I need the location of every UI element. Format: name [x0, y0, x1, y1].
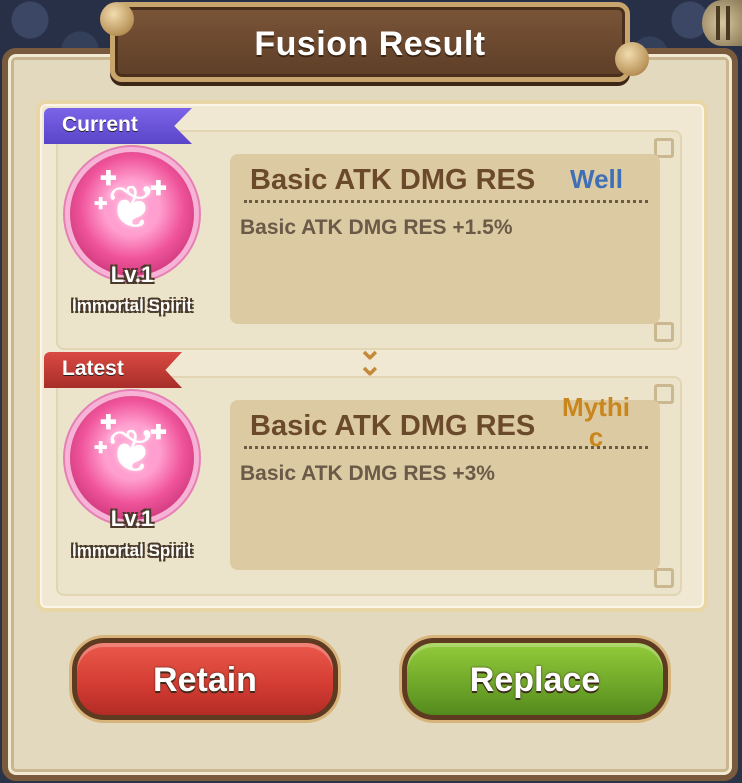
dotted-divider	[244, 446, 648, 449]
latest-stat-desc: Basic ATK DMG RES +3%	[240, 462, 495, 485]
latest-stat-title: Basic ATK DMG RES	[250, 410, 536, 442]
corner-decor	[654, 568, 674, 588]
leaf-hands-glyph: ❦	[106, 174, 158, 241]
retain-button[interactable]: Retain	[72, 638, 338, 720]
latest-rarity: Mythi c	[552, 392, 640, 452]
current-rarity: Well	[570, 164, 623, 194]
corner-decor	[654, 322, 674, 342]
latest-rarity-line1: Mythi	[562, 392, 630, 422]
current-ribbon: Current	[44, 108, 192, 144]
dotted-divider	[244, 200, 648, 203]
pause-icon[interactable]	[716, 6, 730, 40]
title-board: Fusion Result	[110, 2, 630, 82]
spirit-hands-icon[interactable]: ✚ ✚ ✚ ❦	[70, 396, 194, 520]
latest-stat-box: Basic ATK DMG RES Mythi c Basic ATK DMG …	[230, 392, 660, 570]
decor-pin-icon	[100, 2, 134, 36]
current-level: Lv.1	[110, 262, 154, 287]
current-stat-box: Basic ATK DMG RES Well Basic ATK DMG RES…	[230, 154, 660, 324]
current-stat-title: Basic ATK DMG RES	[250, 164, 536, 196]
current-spirit-name: Immortal Spirit	[72, 296, 192, 315]
replace-button[interactable]: Replace	[402, 638, 668, 720]
leaf-hands-glyph: ❦	[106, 418, 158, 485]
current-stat-desc: Basic ATK DMG RES +1.5%	[240, 216, 513, 239]
latest-level: Lv.1	[110, 506, 154, 531]
spirit-hands-icon[interactable]: ✚ ✚ ✚ ❦	[70, 152, 194, 276]
latest-spirit-name: Immortal Spirit	[72, 541, 192, 560]
page-title: Fusion Result	[254, 25, 486, 63]
decor-pin-icon	[615, 42, 649, 76]
double-chevron-down-icon: ⌄ ⌄	[357, 333, 383, 382]
latest-ribbon: Latest	[44, 352, 182, 388]
